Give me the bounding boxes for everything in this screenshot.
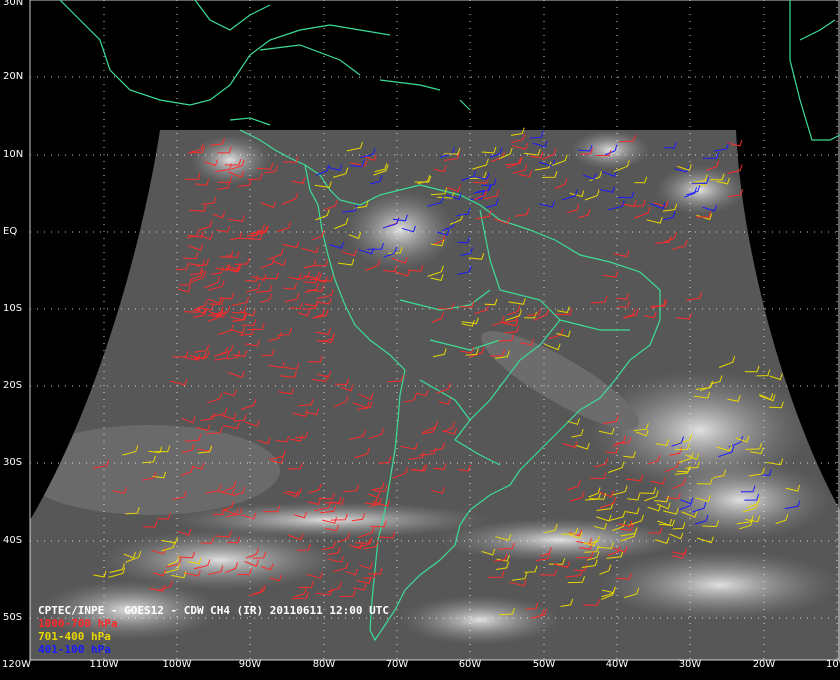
lat-label-10s: 10S [3, 303, 23, 314]
lon-label-20w: 20W [752, 659, 776, 670]
lat-label-20n: 20N [3, 71, 24, 82]
lon-label-120w: 120W [2, 659, 31, 670]
lat-label-10n: 10N [3, 149, 24, 160]
lon-label-100w: 100W [162, 659, 192, 670]
map-caption: CPTEC/INPE - GOES12 - CDW CH4 (IR) 20110… [38, 604, 389, 617]
lon-label-40w: 40W [605, 659, 629, 670]
lon-label-70w: 70W [385, 659, 409, 670]
lon-label-10w: 10W [826, 659, 840, 670]
lon-label-110w: 110W [89, 659, 119, 670]
legend-high-level: 401-100 hPa [38, 643, 111, 656]
lat-label-40s: 40S [3, 535, 23, 546]
lon-label-80w: 80W [312, 659, 336, 670]
lat-label-50s: 50S [3, 612, 23, 623]
legend-low-level: 1000-700 hPa [38, 617, 118, 630]
lon-label-50w: 50W [532, 659, 556, 670]
lon-label-90w: 90W [238, 659, 262, 670]
legend-mid-level: 701-400 hPa [38, 630, 111, 643]
lat-label-30n: 30N [3, 0, 24, 8]
lon-label-30w: 30W [678, 659, 702, 670]
lon-label-60w: 60W [458, 659, 482, 670]
lat-label-30s: 30S [3, 457, 23, 468]
satellite-wind-map [0, 0, 840, 680]
lat-label-20s: 20S [3, 380, 23, 391]
lat-label-eq: EQ [3, 226, 18, 237]
